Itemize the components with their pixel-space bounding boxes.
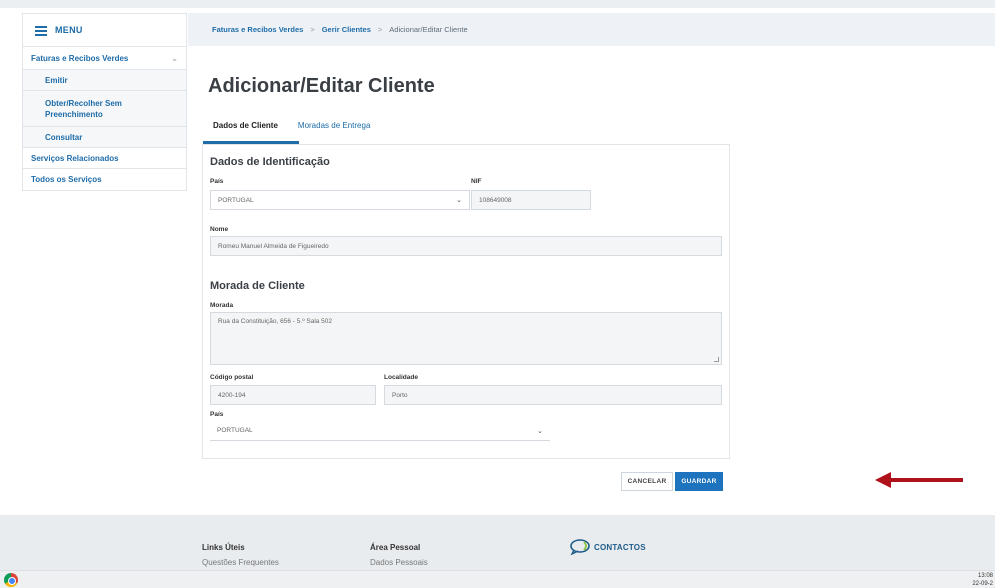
- footer-link[interactable]: Questões Frequentes: [202, 558, 279, 567]
- localidade-label: Localidade: [384, 374, 418, 381]
- menu-label: MENU: [55, 25, 83, 35]
- breadcrumb-separator: >: [310, 25, 315, 34]
- sidebar-item-obter-recolher[interactable]: Obter/Recolher Sem Preenchimento: [23, 91, 186, 127]
- pais-select[interactable]: PORTUGAL ⌄: [210, 190, 470, 210]
- morada-textarea[interactable]: Rua da Constituição, 656 - 5.º Sala 502: [210, 312, 722, 365]
- contacts-label: CONTACTOS: [594, 542, 646, 552]
- breadcrumb-link-faturas[interactable]: Faturas e Recibos Verdes: [212, 25, 303, 34]
- codigo-postal-label: Código postal: [210, 374, 254, 381]
- sidebar-section-label: Faturas e Recibos Verdes: [31, 53, 129, 63]
- contacts-link[interactable]: CONTACTOS: [570, 539, 646, 555]
- speech-bubble-icon: [570, 539, 590, 555]
- nome-label: Nome: [210, 226, 229, 233]
- footer: [0, 515, 995, 570]
- morada-label: Morada: [210, 302, 234, 309]
- footer-area-pessoal: Área Pessoal Dados Pessoais: [370, 543, 428, 567]
- codigo-postal-field[interactable]: 4200-194: [210, 385, 376, 405]
- sidebar-section-faturas[interactable]: Faturas e Recibos Verdes ⌄: [23, 47, 186, 70]
- save-button[interactable]: GUARDAR: [675, 472, 723, 491]
- breadcrumb: Faturas e Recibos Verdes > Gerir Cliente…: [188, 13, 995, 46]
- pais-morada-value: PORTUGAL: [217, 427, 253, 434]
- cancel-button[interactable]: CANCELAR: [621, 472, 673, 491]
- pais-select-value: PORTUGAL: [218, 196, 254, 204]
- breadcrumb-link-gerir-clientes[interactable]: Gerir Clientes: [322, 25, 371, 34]
- clock-date: 22-09-2: [972, 581, 993, 587]
- sidebar-item-emitir[interactable]: Emitir: [23, 70, 186, 91]
- morada-title: Morada de Cliente: [210, 280, 305, 292]
- tab-moradas-entrega[interactable]: Moradas de Entrega: [290, 121, 379, 138]
- arrow-left-icon: [875, 472, 963, 488]
- page-title: Adicionar/Editar Cliente: [208, 75, 435, 97]
- sidebar-item-todos-servicos[interactable]: Todos os Serviços: [23, 169, 186, 190]
- clock-time: 13:08: [977, 573, 993, 579]
- hamburger-icon: [35, 25, 47, 36]
- taskbar-clock: 13:08 22-09-2: [972, 572, 993, 588]
- identificacao-title: Dados de Identificação: [210, 156, 330, 168]
- footer-heading: Links Úteis: [202, 543, 245, 552]
- breadcrumb-separator: >: [377, 25, 383, 34]
- pais-label: País: [210, 178, 224, 185]
- client-form-card: Dados de Identificação País PORTUGAL ⌄ N…: [202, 144, 730, 459]
- os-taskbar: 13:08 22-09-2: [0, 570, 995, 588]
- breadcrumb-current: Adicionar/Editar Cliente: [389, 25, 468, 34]
- nif-label: NIF: [471, 178, 482, 185]
- footer-heading: Área Pessoal: [370, 543, 421, 552]
- resize-handle-icon[interactable]: [714, 357, 719, 362]
- localidade-field[interactable]: Porto: [384, 385, 722, 405]
- nome-field[interactable]: Romeu Manuel Almeida de Figueiredo: [210, 236, 722, 256]
- chevron-down-icon: ⌄: [537, 427, 543, 435]
- menu-toggle[interactable]: MENU: [23, 14, 186, 47]
- footer-links-uteis: Links Úteis Questões Frequentes: [202, 543, 279, 567]
- chevron-down-icon: ⌄: [171, 53, 178, 63]
- tab-dados-cliente[interactable]: Dados de Cliente: [205, 121, 286, 138]
- sidebar: MENU Faturas e Recibos Verdes ⌄ Emitir O…: [22, 13, 187, 191]
- top-strip: [0, 0, 995, 8]
- chrome-icon[interactable]: [4, 573, 18, 587]
- footer-link[interactable]: Dados Pessoais: [370, 558, 428, 567]
- tab-bar: Dados de Cliente Moradas de Entrega: [205, 121, 378, 138]
- nif-field[interactable]: 108649008: [471, 190, 591, 210]
- morada-value: Rua da Constituição, 656 - 5.º Sala 502: [218, 318, 333, 325]
- pais-morada-label: País: [210, 411, 224, 418]
- chevron-down-icon: ⌄: [456, 197, 462, 204]
- sidebar-item-consultar[interactable]: Consultar: [23, 127, 186, 148]
- sidebar-item-servicos-relacionados[interactable]: Serviços Relacionados: [23, 148, 186, 169]
- pais-morada-select[interactable]: PORTUGAL ⌄: [210, 421, 550, 441]
